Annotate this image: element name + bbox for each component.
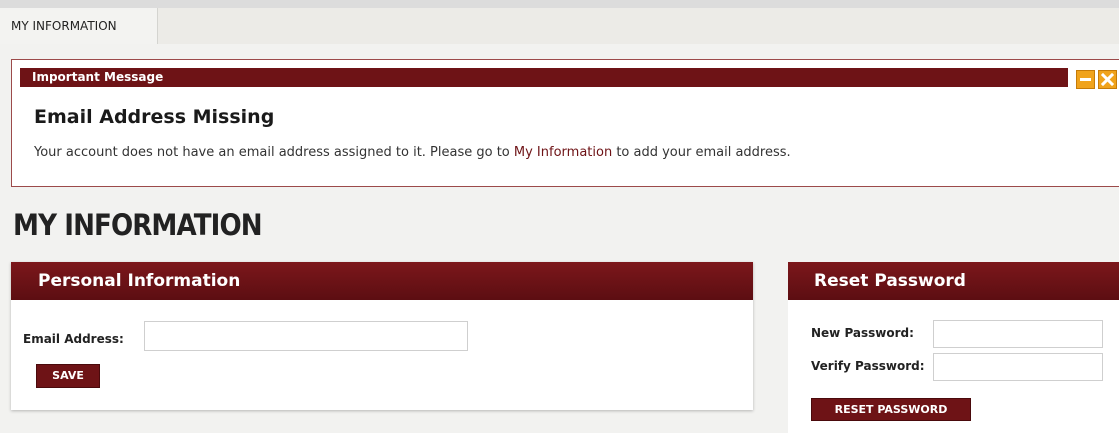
personal-information-header: Personal Information — [11, 262, 753, 300]
reset-password-panel: Reset Password New Password: Verify Pass… — [788, 262, 1119, 433]
verify-password-label: Verify Password: — [811, 359, 925, 373]
save-button[interactable]: SAVE — [36, 364, 100, 388]
new-password-label: New Password: — [811, 326, 914, 340]
verify-password-input[interactable] — [933, 353, 1103, 381]
message-title: Email Address Missing — [34, 106, 275, 128]
page-title: MY INFORMATION — [13, 208, 263, 242]
new-password-input[interactable] — [933, 320, 1103, 348]
message-text-after: to add your email address. — [612, 145, 791, 160]
personal-information-panel: Personal Information Email Address: SAVE — [11, 262, 753, 410]
reset-password-header: Reset Password — [788, 262, 1119, 300]
message-text-before: Your account does not have an email addr… — [34, 145, 514, 160]
email-address-label: Email Address: — [23, 332, 124, 346]
tab-my-information[interactable]: MY INFORMATION — [0, 8, 158, 44]
reset-password-button[interactable]: RESET PASSWORD — [811, 398, 971, 421]
important-message-panel: Important Message Email Address Missing … — [11, 59, 1119, 187]
message-header: Important Message — [20, 68, 1068, 87]
top-navigation: MY INFORMATION — [0, 0, 1119, 44]
email-address-input[interactable] — [144, 321, 468, 351]
message-text: Your account does not have an email addr… — [34, 145, 791, 160]
my-information-link[interactable]: My Information — [514, 145, 612, 160]
close-icon[interactable] — [1098, 70, 1117, 89]
minimize-icon[interactable] — [1076, 70, 1095, 89]
